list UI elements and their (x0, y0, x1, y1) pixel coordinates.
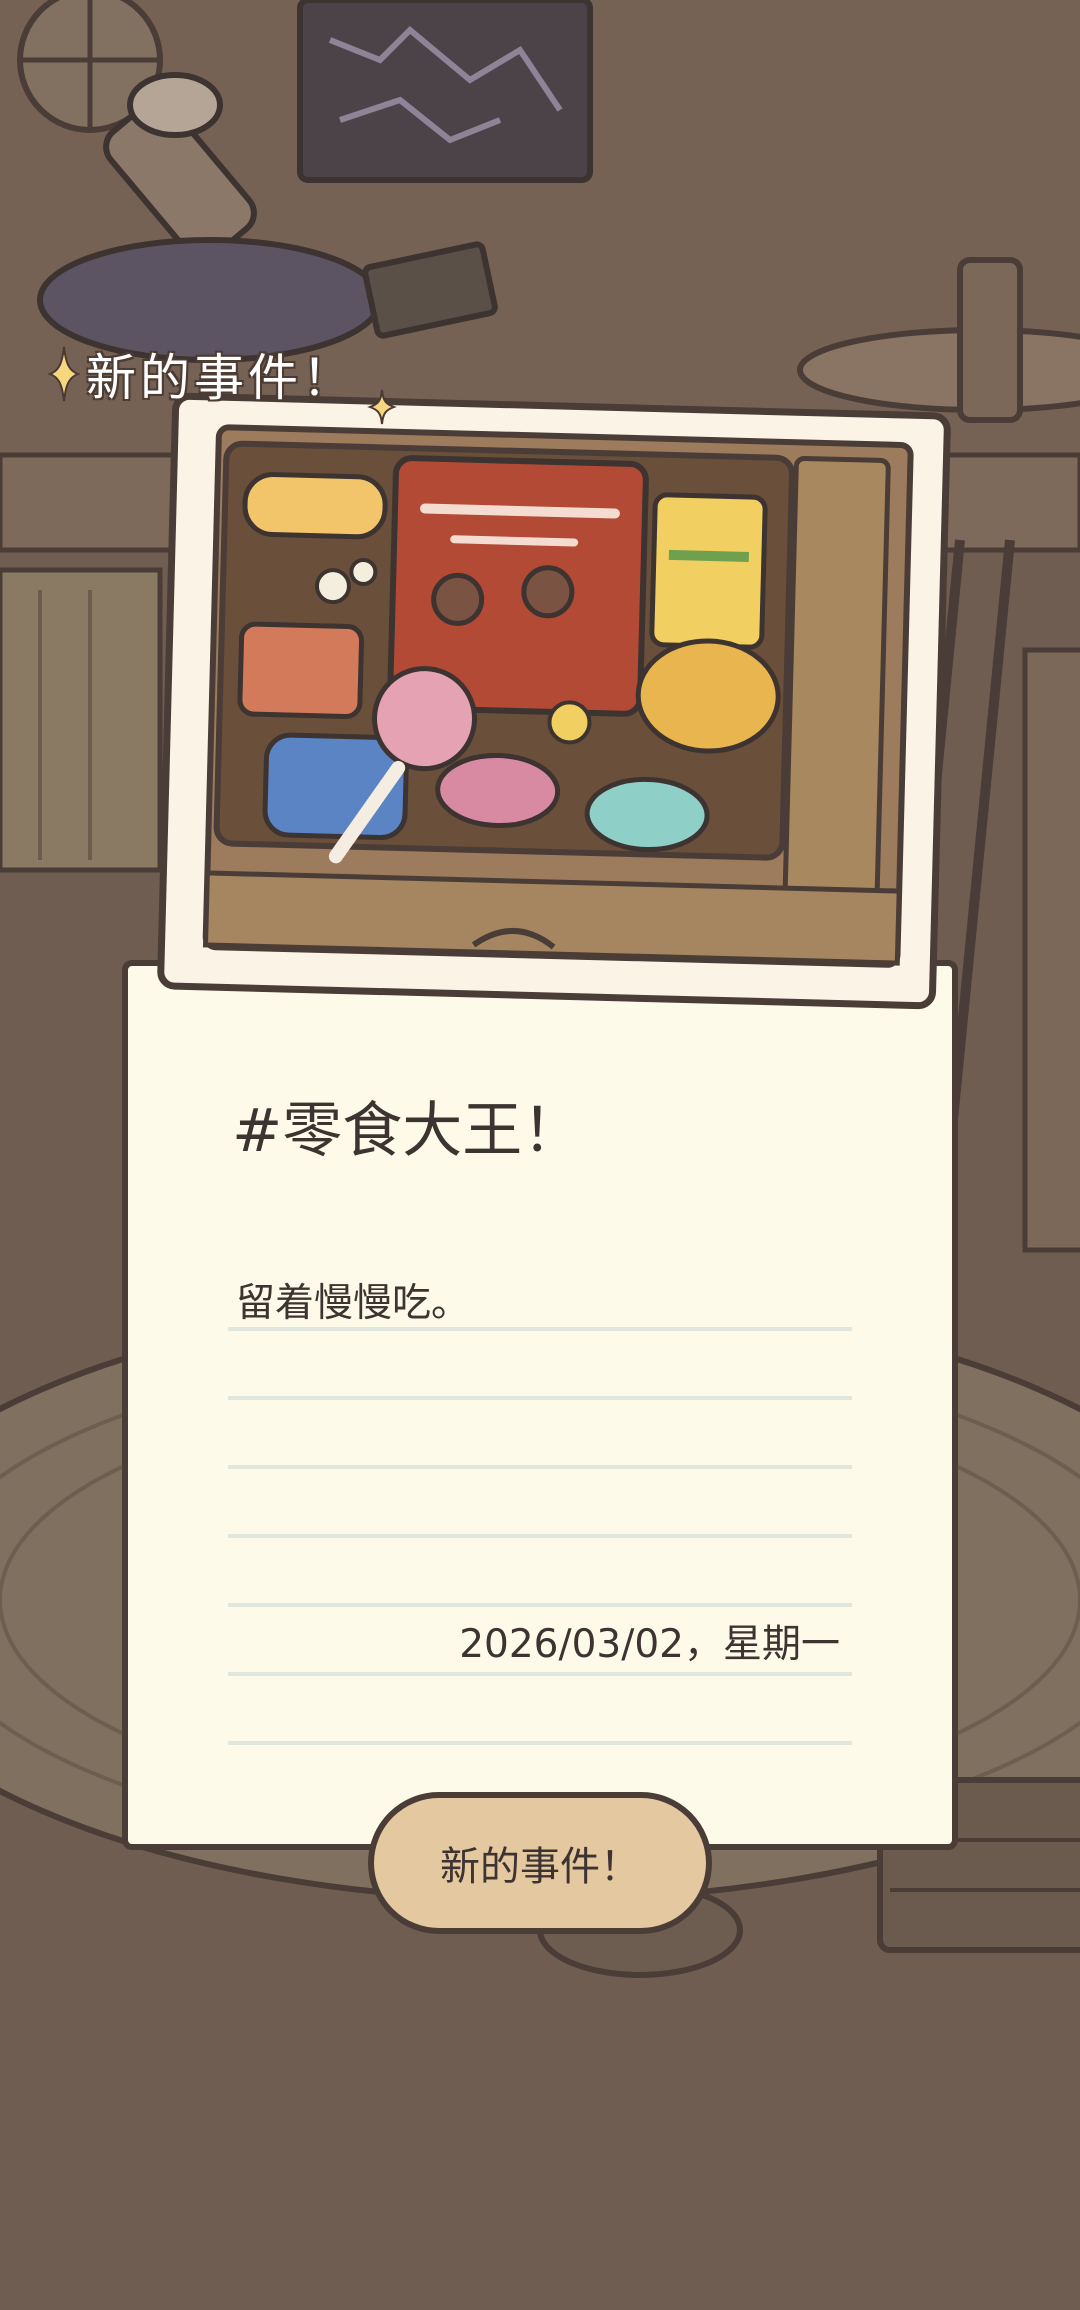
event-description: 留着慢慢吃。 (236, 1281, 471, 1326)
ruled-line (228, 1396, 852, 1400)
sparkle-icon (48, 346, 80, 402)
small-sparkle-icon (367, 389, 397, 425)
ruled-line (228, 1741, 852, 1745)
bookshelf-decoration (1022, 647, 1080, 1253)
event-header-label: 新的事件！ (86, 349, 356, 407)
ruled-line (228, 1534, 852, 1538)
event-photo (157, 392, 951, 1010)
ruled-line (228, 1465, 852, 1469)
ruled-line (228, 1672, 852, 1676)
curtain-decoration (0, 567, 163, 873)
event-date: 2026/03/02，星期一 (459, 1622, 840, 1667)
event-title: #零食大王！ (232, 1096, 583, 1166)
ruled-line (228, 1603, 852, 1607)
event-header: 新的事件！ (48, 338, 356, 410)
new-event-button[interactable]: 新的事件！ (368, 1792, 712, 1934)
